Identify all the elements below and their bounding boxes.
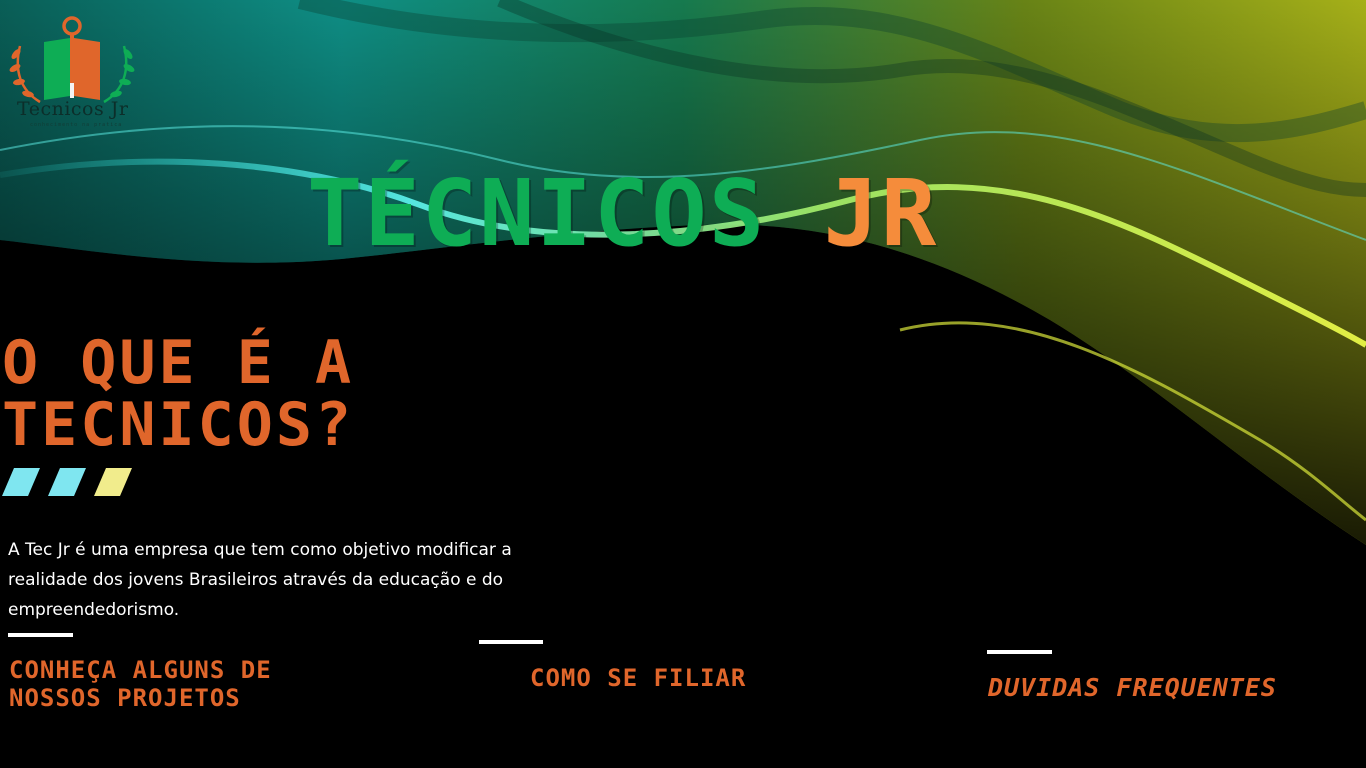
decorative-stripes	[2, 468, 132, 496]
logo-tagline: conhecimento na pratica	[30, 122, 123, 128]
about-heading-line1: O QUE É A	[2, 328, 355, 398]
projects-link[interactable]: CONHEÇA ALGUNS DE NOSSOS PROJETOS	[9, 656, 369, 712]
hero-title-part1: TÉCNICOS	[307, 160, 767, 267]
faq-divider	[987, 650, 1052, 654]
about-heading-line2: TECNICOS?	[2, 390, 355, 460]
projects-divider	[8, 633, 73, 637]
hero-title-part2: JR	[823, 160, 939, 267]
hero-title: TÉCNICOS JR	[307, 168, 938, 260]
laurel-left-icon	[9, 45, 41, 104]
stripe-cyan-1-icon	[2, 468, 40, 496]
laurel-right-icon	[103, 45, 135, 104]
join-link[interactable]: COMO SE FILIAR	[530, 664, 746, 692]
about-description: A Tec Jr é uma empresa que tem como obje…	[8, 540, 512, 620]
page: Tecnicos Jr conhecimento na pratica TÉCN…	[0, 0, 1366, 768]
faq-link[interactable]: DUVIDAS FREQUENTES	[988, 674, 1277, 702]
about-heading: O QUE É A TECNICOS?	[2, 332, 354, 456]
stripe-yellow-icon	[94, 468, 132, 496]
join-divider	[479, 640, 543, 644]
logo-name: Tecnicos Jr	[17, 98, 129, 120]
stripe-cyan-2-icon	[48, 468, 86, 496]
